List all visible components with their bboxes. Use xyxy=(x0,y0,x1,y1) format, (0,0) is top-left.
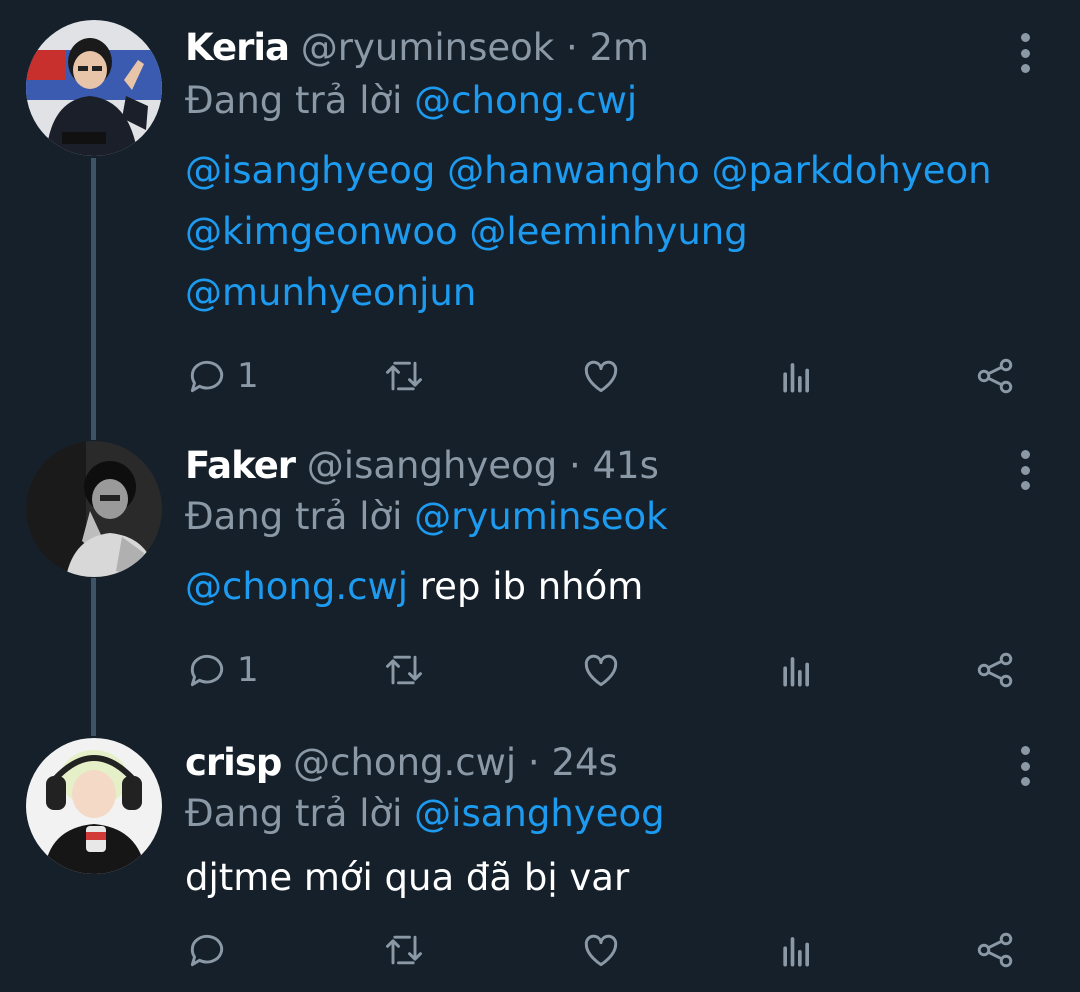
display-name[interactable]: Keria xyxy=(185,26,290,69)
tweet-body: @chong.cwj rep ib nhóm xyxy=(185,556,1045,617)
reply-to-mention[interactable]: @isanghyeog xyxy=(414,792,664,835)
analytics-button[interactable] xyxy=(776,646,820,694)
action-bar xyxy=(0,926,1080,974)
analytics-icon xyxy=(783,937,809,967)
reply-button[interactable]: 1 xyxy=(185,646,259,694)
retweet-button[interactable] xyxy=(382,352,426,400)
analytics-icon xyxy=(783,657,809,687)
tweet-header: Faker @isanghyeog · 41s xyxy=(185,441,990,491)
mention[interactable]: @parkdohyeon xyxy=(711,149,991,192)
mention[interactable]: @kimgeonwoo xyxy=(185,210,458,253)
share-icon xyxy=(977,358,1013,394)
tweet-body: @isanghyeog @hanwangho @parkdohyeon @kim… xyxy=(185,140,1045,323)
handle[interactable]: @ryuminseok xyxy=(301,26,554,69)
reply-button[interactable]: 1 xyxy=(185,352,259,400)
tweet-header: crisp @chong.cwj · 24s xyxy=(185,738,990,788)
like-icon xyxy=(584,654,618,687)
reply-prefix: Đang trả lời xyxy=(185,792,403,835)
retweet-icon xyxy=(386,935,422,965)
mention[interactable]: @isanghyeog xyxy=(185,149,435,192)
reply-to-mention[interactable]: @chong.cwj xyxy=(414,79,637,122)
avatar[interactable] xyxy=(26,738,162,874)
avatar[interactable] xyxy=(26,20,162,156)
avatar-image xyxy=(26,20,162,156)
share-button[interactable] xyxy=(973,926,1017,974)
tweet-body: djtme mới qua đã bị var xyxy=(185,847,1045,908)
avatar[interactable] xyxy=(26,441,162,577)
retweet-button[interactable] xyxy=(382,646,426,694)
reply-icon xyxy=(190,934,224,967)
timestamp[interactable]: · 24s xyxy=(528,741,618,784)
like-button[interactable] xyxy=(579,926,623,974)
reply-icon xyxy=(190,654,224,687)
share-icon xyxy=(977,652,1013,688)
like-button[interactable] xyxy=(579,646,623,694)
body-line: @kimgeonwoo @leeminhyung xyxy=(185,201,1045,262)
reply-button[interactable] xyxy=(185,926,237,974)
body-text: rep ib nhóm xyxy=(419,565,644,608)
reply-prefix: Đang trả lời xyxy=(185,495,403,538)
retweet-button[interactable] xyxy=(382,926,426,974)
mention[interactable]: @leeminhyung xyxy=(469,210,747,253)
mention[interactable]: @chong.cwj xyxy=(185,565,408,608)
share-button[interactable] xyxy=(973,646,1017,694)
reply-prefix: Đang trả lời xyxy=(185,79,403,122)
action-bar: 1 xyxy=(0,646,1080,694)
reply-context: Đang trả lời @chong.cwj xyxy=(185,76,637,126)
analytics-icon xyxy=(783,363,809,393)
like-icon xyxy=(584,360,618,393)
retweet-icon xyxy=(386,655,422,685)
like-icon xyxy=(584,934,618,967)
timestamp[interactable]: · 2m xyxy=(566,26,649,69)
body-line: @isanghyeog @hanwangho @parkdohyeon xyxy=(185,140,1045,201)
mention[interactable]: @munhyeonjun xyxy=(185,271,476,314)
tweet-header: Keria @ryuminseok · 2m xyxy=(185,23,990,73)
like-button[interactable] xyxy=(579,352,623,400)
more-icon[interactable] xyxy=(1012,33,1038,73)
share-button[interactable] xyxy=(973,352,1017,400)
tweet[interactable]: Faker @isanghyeog · 41s Đang trả lời @ry… xyxy=(0,420,1080,720)
tweet[interactable]: Keria @ryuminseok · 2m Đang trả lời @cho… xyxy=(0,0,1080,420)
display-name[interactable]: Faker xyxy=(185,444,296,487)
analytics-button[interactable] xyxy=(776,352,820,400)
reply-context: Đang trả lời @isanghyeog xyxy=(185,789,665,839)
handle[interactable]: @chong.cwj xyxy=(293,741,516,784)
retweet-icon xyxy=(386,361,422,391)
mention[interactable]: @hanwangho xyxy=(447,149,700,192)
tweet[interactable]: crisp @chong.cwj · 24s Đang trả lời @isa… xyxy=(0,720,1080,992)
action-bar: 1 xyxy=(0,352,1080,400)
display-name[interactable]: crisp xyxy=(185,741,282,784)
analytics-button[interactable] xyxy=(776,926,820,974)
more-icon[interactable] xyxy=(1012,746,1038,786)
body-text: djtme mới qua đã bị var xyxy=(185,856,630,899)
share-icon xyxy=(977,932,1013,968)
avatar-image xyxy=(26,738,162,874)
reply-to-mention[interactable]: @ryuminseok xyxy=(414,495,667,538)
body-line: @munhyeonjun xyxy=(185,262,1045,323)
more-icon[interactable] xyxy=(1012,450,1038,490)
avatar-image xyxy=(26,441,162,577)
reply-count: 1 xyxy=(237,650,259,690)
handle[interactable]: @isanghyeog xyxy=(307,444,557,487)
reply-icon xyxy=(190,360,224,393)
reply-count: 1 xyxy=(237,356,259,396)
reply-context: Đang trả lời @ryuminseok xyxy=(185,492,668,542)
timestamp[interactable]: · 41s xyxy=(569,444,659,487)
